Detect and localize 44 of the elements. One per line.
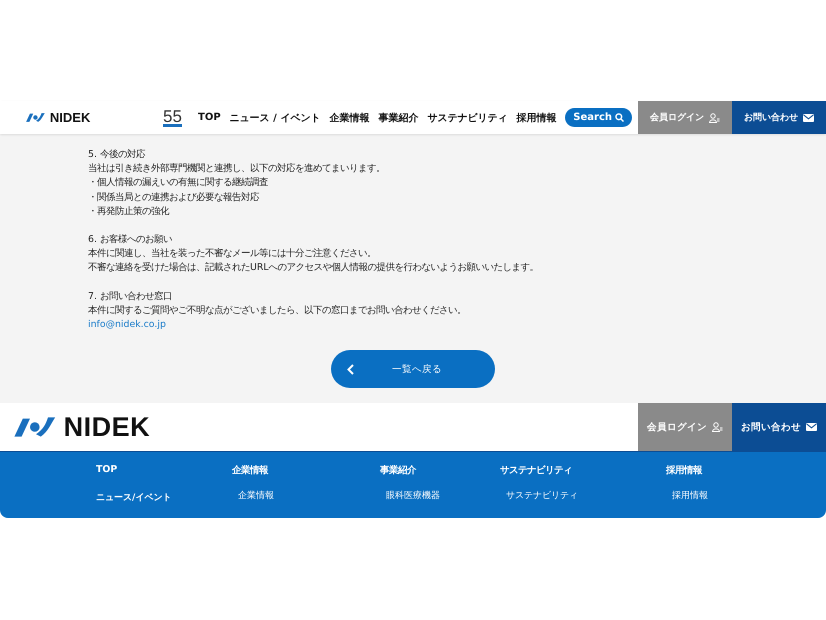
logo-icon [25,112,46,123]
section-heading: 6. お客様へのお願い [88,233,172,248]
contact-button[interactable]: お問い合わせ [732,403,826,451]
footer-link[interactable]: 眼科医療機器 [380,489,500,502]
nav-link[interactable]: 採用情報 [516,110,556,124]
footer-heading-link[interactable]: TOP [96,464,232,475]
footer-heading-link[interactable]: 採用情報 [666,464,786,477]
brand-logo[interactable]: NIDEK [50,110,90,125]
body-text: ・再発防止策の強化 [88,204,169,219]
mail-icon [806,423,817,431]
footer-heading-link[interactable]: サステナビリティ [500,464,666,477]
search-icon [615,113,624,122]
mail-icon [803,114,814,122]
contact-button[interactable]: お問い合わせ [732,101,826,134]
section-heading: 7. お問い合わせ窓口 [88,290,172,304]
user-icon [712,422,723,432]
login-button[interactable]: 会員ログイン [638,403,732,451]
body-text: 本件に関連し、当社を装った不審なメール等には十分ご注意ください。 [88,247,376,262]
search-button[interactable]: Search [565,108,632,127]
footer-heading-link[interactable]: 企業情報 [232,464,380,477]
back-button[interactable]: 一覧へ戻る [331,350,495,388]
user-icon [709,112,720,122]
body-text: ・関係当局との連携および必要な報告対応 [88,190,259,205]
nav-link[interactable]: サステナビリティ [427,110,508,124]
footer-link[interactable]: ニュース/イベント [96,491,232,504]
footer-heading-link[interactable]: 事業紹介 [380,464,500,477]
body-text: 不審な連絡を受けた場合は、記載されたURLへのアクセスや個人情報の提供を行わないようお願いいたします。 [88,261,539,276]
nav-link[interactable]: 事業紹介 [378,110,418,124]
nav-link[interactable]: 企業情報 [329,110,370,124]
body-text: ・個人情報の漏えいの有無に関する継続調査 [88,176,268,190]
login-button[interactable]: 会員ログイン [638,101,732,134]
anniversary-logo: 55 [163,108,182,126]
section-heading: 5. 今後の対応 [88,148,145,162]
email-link[interactable]: info@nidek.co.jp [88,318,166,332]
body-text: 当社は引き続き外部専門機関と連携し、以下の対応を進めてまいります。 [88,162,385,176]
nav-link[interactable]: TOP [198,112,221,123]
footer-link[interactable]: 採用情報 [666,489,786,502]
chevron-left-icon [347,364,354,375]
logo-icon [12,415,58,439]
footer-link[interactable]: 企業情報 [232,489,380,502]
body-text: 本件に関するご質問やご不明な点がございましたら、以下の窓口までお問い合わせください。 [88,304,466,318]
brand-logo[interactable]: NIDEK [64,412,150,442]
footer-link[interactable]: サステナビリティ [500,489,666,502]
nav-link[interactable]: ニュース / イベント [230,110,320,124]
